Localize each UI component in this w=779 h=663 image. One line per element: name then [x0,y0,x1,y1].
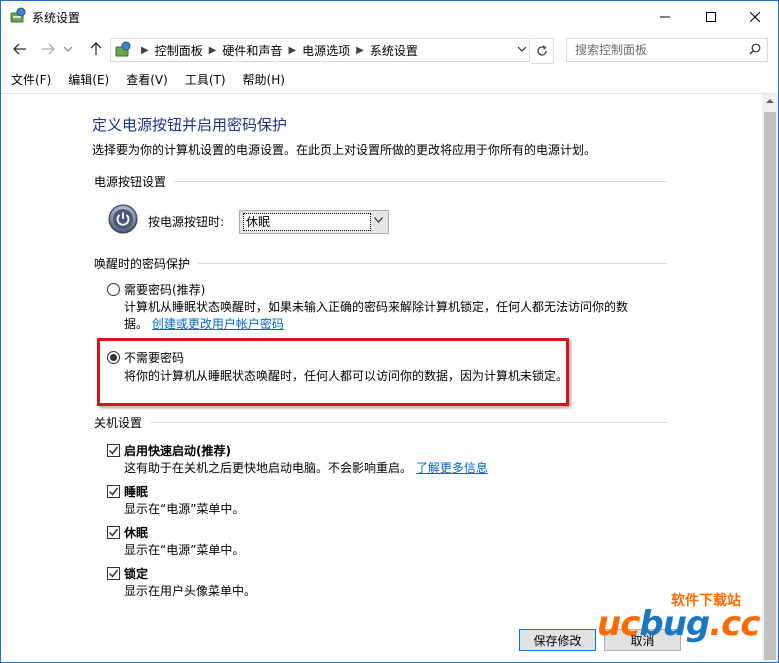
scrollbar-thumb[interactable] [764,112,776,660]
navigation-bar: ▶ 控制面板 ▶ 硬件和声音 ▶ 电源选项 ▶ 系统设置 [1,32,778,66]
vertical-scrollbar[interactable] [762,93,778,662]
power-button-action-select[interactable]: 休眠 [239,210,389,234]
forward-button[interactable] [37,38,59,60]
power-button-label: 按电源按钮时: [148,215,225,229]
watermark-logo-bug: bug [639,604,710,644]
save-changes-button[interactable]: 保存修改 [519,629,596,651]
breadcrumb: ▶ 控制面板 ▶ 硬件和声音 ▶ 电源选项 ▶ 系统设置 [135,42,418,59]
require-password-desc-line1: 计算机从睡眠状态唤醒时，如果未输入正确的密码来解除计算机锁定，任何人都无法访问你… [124,300,629,314]
breadcrumb-separator-icon: ▶ [208,45,217,56]
breadcrumb-power-options[interactable]: 电源选项 [302,42,350,59]
lock-label[interactable]: 锁定 [124,565,148,582]
chevron-down-icon [374,217,383,223]
section-wake-password-title: 唤醒时的密码保护 [94,257,191,271]
section-power-button: 电源按钮设置 [94,173,667,190]
breadcrumb-separator-icon: ▶ [288,45,297,56]
address-history-dropdown[interactable] [517,43,527,57]
content-area: 定义电源按钮并启用密码保护 选择要为你的计算机设置的电源设置。在此页上对设置所做… [1,93,762,662]
require-password-radio[interactable] [107,283,120,296]
checkmark-icon [109,487,118,496]
breadcrumb-system-settings[interactable]: 系统设置 [370,42,418,59]
scroll-up-arrow-icon [766,99,774,103]
highlight-annotation [97,338,569,406]
menu-view[interactable]: 查看(V) [116,68,175,90]
require-password-desc-line2-text: 据。 [124,317,149,331]
chevron-down-icon [517,46,527,52]
section-shutdown-title: 关机设置 [94,416,143,430]
recent-locations-button[interactable] [61,38,75,60]
arrow-up-icon [90,42,102,55]
chevron-down-icon [64,46,72,52]
site-watermark: 软件下载站 ucbug.cc [597,590,767,660]
page-description: 选择要为你的计算机设置的电源设置。在此页上对设置所做的更改将应用于你所有的电源计… [92,143,597,157]
section-divider [198,263,667,264]
hibernate-description: 显示在“电源”菜单中。 [124,543,245,557]
fast-startup-desc-text: 这有助于在关机之后更快地启动电脑。不会影响重启。 [124,461,413,475]
menu-edit[interactable]: 编辑(E) [58,68,116,90]
power-button-action-value: 休眠 [243,213,371,231]
refresh-button[interactable] [531,38,554,64]
lock-description: 显示在用户头像菜单中。 [124,584,257,598]
checkmark-icon [109,446,118,455]
sleep-description: 显示在“电源”菜单中。 [124,502,245,516]
create-password-link[interactable]: 创建或更改用户帐户密码 [152,317,284,331]
checkmark-icon [109,569,118,578]
section-divider [174,181,667,182]
control-panel-icon [114,41,132,59]
require-password-desc-line2: 据。 创建或更改用户帐户密码 [124,316,628,333]
watermark-logo-uc: uc [597,604,640,644]
learn-more-link[interactable]: 了解更多信息 [416,461,488,475]
fast-startup-description: 这有助于在关机之后更快地启动电脑。不会影响重启。 了解更多信息 [124,460,488,477]
arrow-left-icon [13,43,26,55]
fast-startup-label[interactable]: 启用快速启动(推荐) [124,442,231,459]
page-title: 定义电源按钮并启用密码保护 [92,116,288,134]
breadcrumb-separator-icon: ▶ [141,45,149,56]
sleep-checkbox[interactable] [107,485,120,498]
breadcrumb-separator-icon: ▶ [356,45,364,56]
refresh-icon [537,45,547,56]
breadcrumb-hardware-sound[interactable]: 硬件和声音 [222,42,282,59]
arrow-right-icon [42,43,55,55]
back-button[interactable] [9,38,31,60]
hibernate-label[interactable]: 休眠 [124,524,148,541]
watermark-logo: ucbug.cc [597,604,760,644]
breadcrumb-control-panel[interactable]: 控制面板 [155,42,203,59]
hibernate-checkbox[interactable] [107,526,120,539]
menu-tools[interactable]: 工具(T) [175,68,233,90]
title-bar: 系统设置 [1,1,778,32]
menu-file[interactable]: 文件(F) [1,68,58,90]
address-bar[interactable]: ▶ 控制面板 ▶ 硬件和声音 ▶ 电源选项 ▶ 系统设置 [110,38,530,62]
power-button-icon [108,204,138,234]
search-icon [749,43,761,55]
section-power-button-title: 电源按钮设置 [94,175,167,189]
menu-help[interactable]: 帮助(H) [233,68,292,90]
system-settings-window: 系统设置 ▶ 控制面板 ▶ 硬件和声音 ▶ 电源选项 ▶ 系统设置 搜索控制面板… [0,0,779,663]
control-panel-app-icon [9,7,27,25]
checkmark-icon [109,528,118,537]
search-box[interactable] [566,38,768,62]
lock-checkbox[interactable] [107,567,120,580]
sleep-label[interactable]: 睡眠 [124,483,148,500]
minimize-button[interactable] [642,1,688,32]
menu-bar: 文件(F) 编辑(E) 查看(V) 工具(T) 帮助(H) [1,68,778,90]
maximize-button[interactable] [688,1,734,32]
require-password-label[interactable]: 需要密码(推荐) [124,281,205,298]
up-button[interactable] [85,38,107,60]
section-wake-password: 唤醒时的密码保护 [94,255,667,272]
watermark-logo-tld: .cc [709,604,760,644]
section-shutdown: 关机设置 [94,414,667,431]
fast-startup-checkbox[interactable] [107,444,120,457]
search-input[interactable] [567,39,745,61]
require-password-description: 计算机从睡眠状态唤醒时，如果未输入正确的密码来解除计算机锁定，任何人都无法访问你… [124,299,628,333]
window-title: 系统设置 [32,11,81,25]
section-divider [150,422,667,423]
close-button[interactable] [732,1,778,32]
